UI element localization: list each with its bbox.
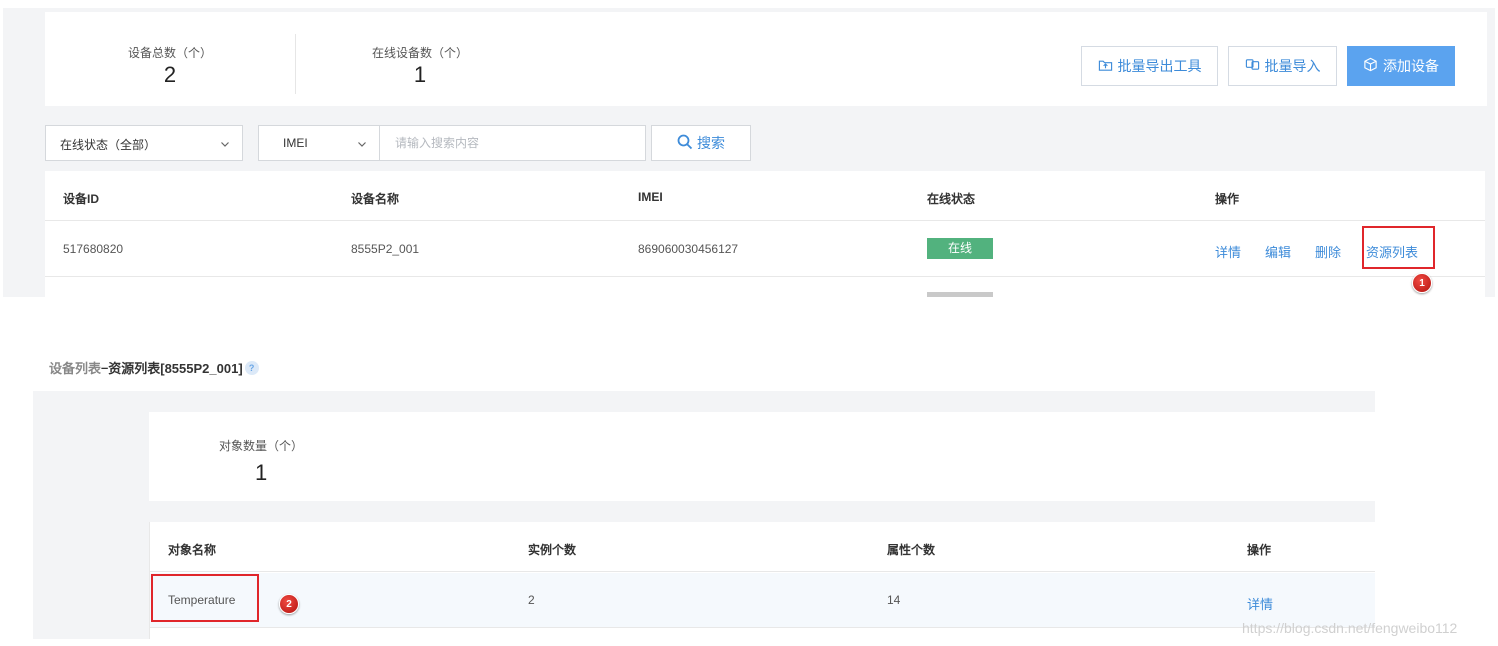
- add-device-button[interactable]: 添加设备: [1347, 46, 1455, 86]
- step-marker-2: 2: [279, 594, 299, 614]
- breadcrumb: 设备列表 – 资源列表[8555P2_001] ?: [49, 358, 259, 377]
- batch-import-label: 批量导入: [1264, 58, 1321, 74]
- object-detail-link[interactable]: 详情: [1247, 594, 1273, 613]
- device-table-header: 设备ID 设备名称 IMEI 在线状态 操作: [45, 171, 1485, 221]
- column-header-attribute-count: 属性个数: [887, 543, 936, 557]
- device-table: 设备ID 设备名称 IMEI 在线状态 操作 517680820 8555P2_…: [45, 171, 1485, 297]
- chevron-down-icon: [357, 138, 367, 148]
- column-header-instance-count: 实例个数: [528, 543, 577, 557]
- object-table: 对象名称 实例个数 属性个数 操作 Temperature 2 14 详情: [149, 522, 1375, 639]
- device-id-cell: 517680820: [63, 242, 124, 256]
- help-icon[interactable]: ?: [244, 360, 259, 375]
- status-badge-partial: [927, 292, 993, 297]
- device-management-panel: 设备总数（个） 2 在线设备数（个） 1 批量导出工具 批量导入 添加设备 在线…: [3, 8, 1495, 297]
- cube-icon: [1363, 57, 1378, 75]
- total-devices-label: 设备总数（个）: [127, 46, 212, 60]
- online-status-select-value: 在线状态（全部）: [60, 138, 157, 152]
- attribute-count-cell: 14: [887, 593, 901, 607]
- batch-export-tool-button[interactable]: 批量导出工具: [1081, 46, 1218, 86]
- search-input[interactable]: [380, 126, 645, 160]
- highlight-box-temperature: [151, 574, 259, 622]
- search-button-label: 搜索: [697, 135, 725, 151]
- column-header-actions: 操作: [1215, 192, 1240, 206]
- step-marker-1: 1: [1412, 273, 1432, 293]
- batch-export-tool-label: 批量导出工具: [1117, 58, 1202, 74]
- breadcrumb-separator: –: [101, 360, 109, 375]
- batch-import-button[interactable]: 批量导入: [1228, 46, 1337, 86]
- total-devices-value: 2: [163, 62, 177, 87]
- chevron-down-icon: [220, 138, 230, 148]
- detail-link[interactable]: 详情: [1215, 242, 1241, 261]
- status-badge: 在线: [927, 238, 993, 259]
- object-count-card: 对象数量（个） 1: [149, 412, 1375, 501]
- breadcrumb-parent[interactable]: 设备列表: [49, 358, 101, 377]
- online-devices-label: 在线设备数（个）: [371, 46, 468, 60]
- imei-cell: 869060030456127: [638, 242, 739, 256]
- table-row: 517680820 8555P2_001 869060030456127 在线 …: [45, 222, 1485, 277]
- search-icon: [677, 134, 693, 153]
- column-header-device-id: 设备ID: [63, 192, 100, 206]
- online-devices-value: 1: [413, 62, 427, 87]
- export-icon: [1098, 57, 1113, 75]
- search-group: IMEI: [258, 125, 646, 161]
- breadcrumb-current: 资源列表[8555P2_001]: [108, 361, 243, 376]
- object-count-label: 对象数量（个）: [219, 439, 304, 453]
- object-table-header: 对象名称 实例个数 属性个数 操作: [150, 522, 1375, 572]
- search-button[interactable]: 搜索: [651, 125, 751, 161]
- add-device-label: 添加设备: [1383, 58, 1439, 74]
- watermark: https://blog.csdn.net/fengweibo112: [1242, 620, 1458, 636]
- import-icon: [1245, 57, 1260, 75]
- object-count-value: 1: [255, 460, 268, 485]
- search-type-select[interactable]: IMEI: [259, 126, 380, 160]
- column-header-actions: 操作: [1247, 543, 1272, 557]
- device-name-cell: 8555P2_001: [351, 242, 420, 256]
- edit-link[interactable]: 编辑: [1265, 242, 1291, 261]
- online-status-select[interactable]: 在线状态（全部）: [45, 125, 243, 161]
- highlight-box-resource-list: [1362, 226, 1435, 269]
- delete-link[interactable]: 删除: [1315, 242, 1341, 261]
- instance-count-cell: 2: [528, 593, 535, 607]
- column-header-device-name: 设备名称: [351, 192, 400, 206]
- column-header-object-name: 对象名称: [168, 543, 217, 557]
- search-type-select-value: IMEI: [283, 136, 308, 150]
- column-header-imei: IMEI: [638, 190, 663, 204]
- table-row: Temperature 2 14 详情: [150, 573, 1375, 628]
- device-stats-card: 设备总数（个） 2 在线设备数（个） 1 批量导出工具 批量导入 添加设备: [45, 12, 1487, 106]
- column-header-online-status: 在线状态: [927, 192, 976, 206]
